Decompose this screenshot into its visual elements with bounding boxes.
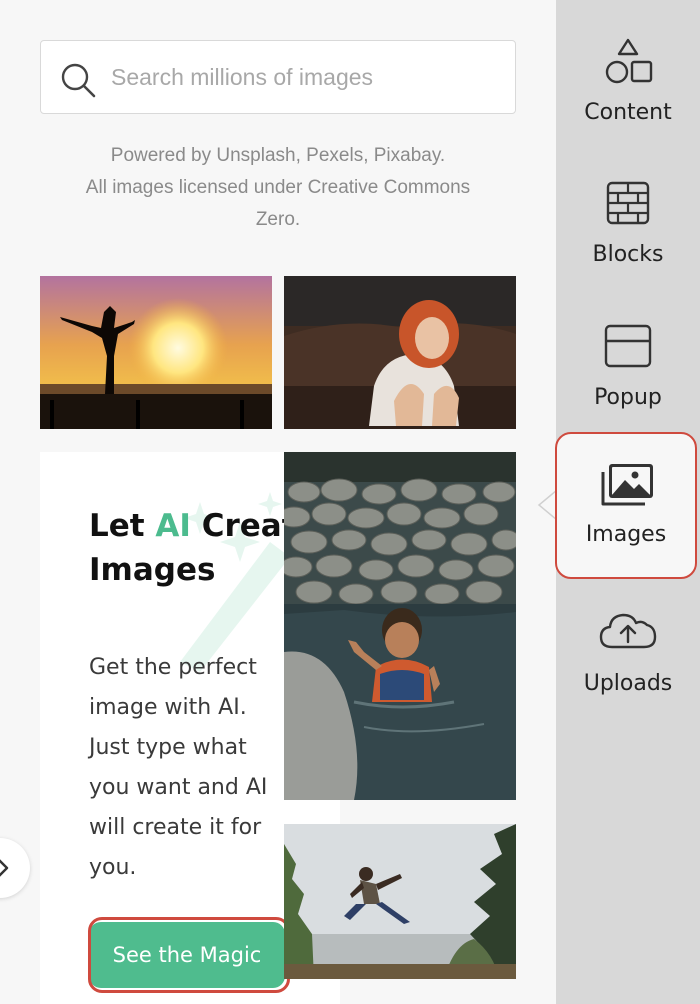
sidebar-item-label: Blocks xyxy=(592,242,664,267)
sidebar-item-images[interactable]: Images xyxy=(555,432,697,579)
popup-window-icon xyxy=(604,324,652,368)
image-thumbnail-child-swimming[interactable] xyxy=(284,452,516,800)
sidebar-item-label: Popup xyxy=(594,385,662,410)
brick-wall-icon xyxy=(606,181,650,225)
sidebar-item-popup[interactable]: Popup xyxy=(556,297,700,437)
chevron-right-icon xyxy=(0,859,9,877)
images-panel: Powered by Unsplash, Pexels, Pixabay. Al… xyxy=(0,0,556,1004)
active-tab-pointer xyxy=(537,490,557,520)
sidebar-item-label: Content xyxy=(584,100,672,125)
sidebar-item-blocks[interactable]: Blocks xyxy=(556,154,700,294)
shapes-icon xyxy=(605,38,653,84)
search-input[interactable] xyxy=(111,41,503,113)
sidebar-item-label: Images xyxy=(585,522,667,547)
sidebar-item-label: Uploads xyxy=(583,671,673,696)
license-credits: Powered by Unsplash, Pexels, Pixabay. Al… xyxy=(40,140,516,236)
ai-promo-description: Get the perfect image with AI. Just type… xyxy=(89,655,268,880)
search-box[interactable] xyxy=(40,40,516,114)
ai-title-word: Let xyxy=(89,508,145,544)
image-thumbnail-person-jumping[interactable] xyxy=(284,824,516,979)
panel-collapse-toggle[interactable] xyxy=(0,838,30,898)
button-highlight-ring xyxy=(88,917,290,993)
ai-title-accent: AI xyxy=(155,508,191,544)
image-thumbnail-sunset[interactable] xyxy=(40,276,272,429)
image-thumbnail-woman-couch[interactable] xyxy=(284,276,516,429)
sidebar-item-content[interactable]: Content xyxy=(556,12,700,152)
credits-line-3: Zero. xyxy=(255,209,301,230)
search-icon xyxy=(61,63,96,98)
cloud-upload-icon xyxy=(599,613,657,649)
credits-line-2: All images licensed under Creative Commo… xyxy=(85,177,471,198)
image-gallery-icon xyxy=(601,464,653,506)
sidebar-item-uploads[interactable]: Uploads xyxy=(556,583,700,723)
credits-line-1: Powered by Unsplash, Pexels, Pixabay. xyxy=(110,145,446,166)
